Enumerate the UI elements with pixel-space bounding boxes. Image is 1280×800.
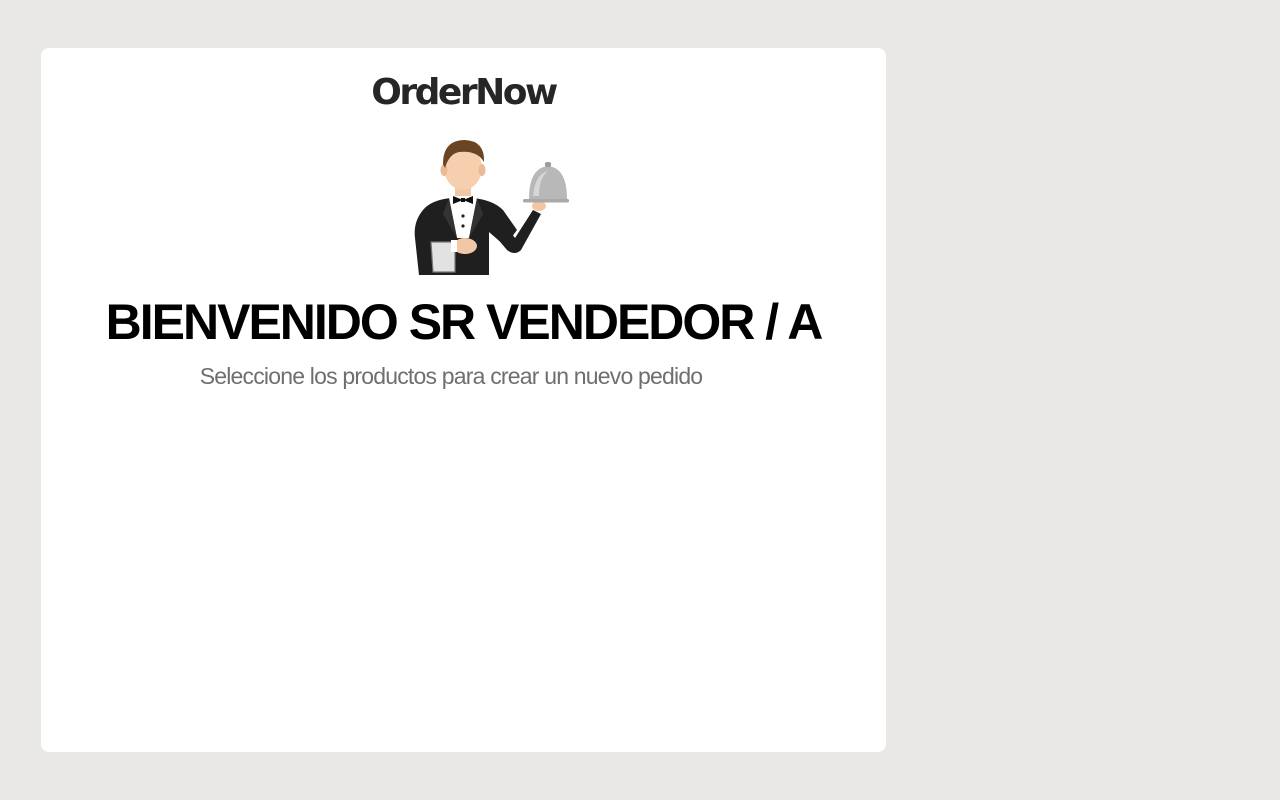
welcome-subtitle: Seleccione los productos para crear un n… <box>199 363 703 389</box>
app-logo: OrderNow <box>371 72 558 113</box>
welcome-card: OrderNow BIENVENIDO SR VENDEDOR / A Sele… <box>41 48 886 752</box>
welcome-title: BIENVENIDO SR VENDEDOR / A <box>105 294 824 350</box>
waiter-with-cloche-icon <box>393 138 569 278</box>
